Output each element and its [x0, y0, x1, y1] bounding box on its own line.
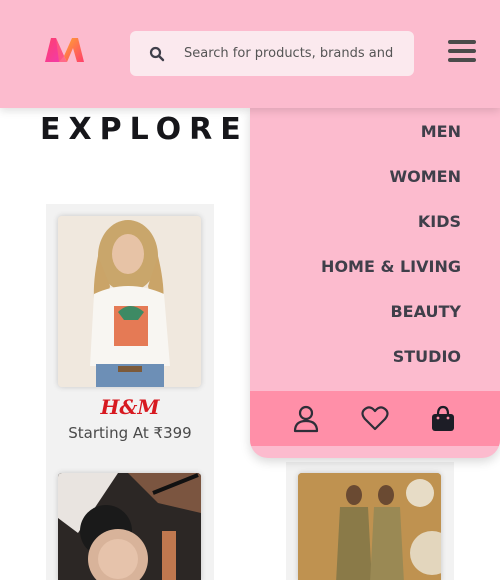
brand-price: Starting At ₹399 [68, 424, 192, 442]
brand-card-image [58, 473, 201, 580]
brand-card-image [298, 473, 441, 580]
menu-item-home-living[interactable]: HOME & LIVING [321, 257, 461, 276]
search-bar[interactable] [130, 31, 414, 76]
myntra-logo-icon[interactable] [42, 34, 88, 66]
user-icon[interactable] [291, 404, 321, 434]
menu-item-kids[interactable]: KIDS [418, 212, 461, 231]
shopping-bag-icon[interactable] [428, 404, 458, 434]
brand-card[interactable] [286, 462, 454, 580]
header-bar [0, 0, 500, 108]
heart-icon[interactable] [360, 404, 390, 434]
menu-item-beauty[interactable]: BEAUTY [390, 302, 461, 321]
page: EXPLORE TOP BRANDS H&M Starting At ₹399 [0, 0, 500, 580]
menu-item-men[interactable]: MEN [421, 122, 461, 141]
search-input[interactable] [184, 46, 398, 61]
brand-card[interactable] [46, 464, 214, 580]
menu-footer [250, 391, 500, 446]
hamburger-icon[interactable] [448, 40, 478, 64]
brand-card-image [58, 216, 201, 387]
search-icon[interactable] [130, 31, 184, 76]
brand-name: H&M [100, 395, 160, 419]
nav-dropdown-menu: MEN WOMEN KIDS HOME & LIVING BEAUTY STUD… [250, 108, 500, 458]
brand-card[interactable]: H&M Starting At ₹399 [46, 204, 214, 464]
menu-item-studio[interactable]: STUDIO [393, 347, 461, 366]
menu-item-women[interactable]: WOMEN [390, 167, 462, 186]
